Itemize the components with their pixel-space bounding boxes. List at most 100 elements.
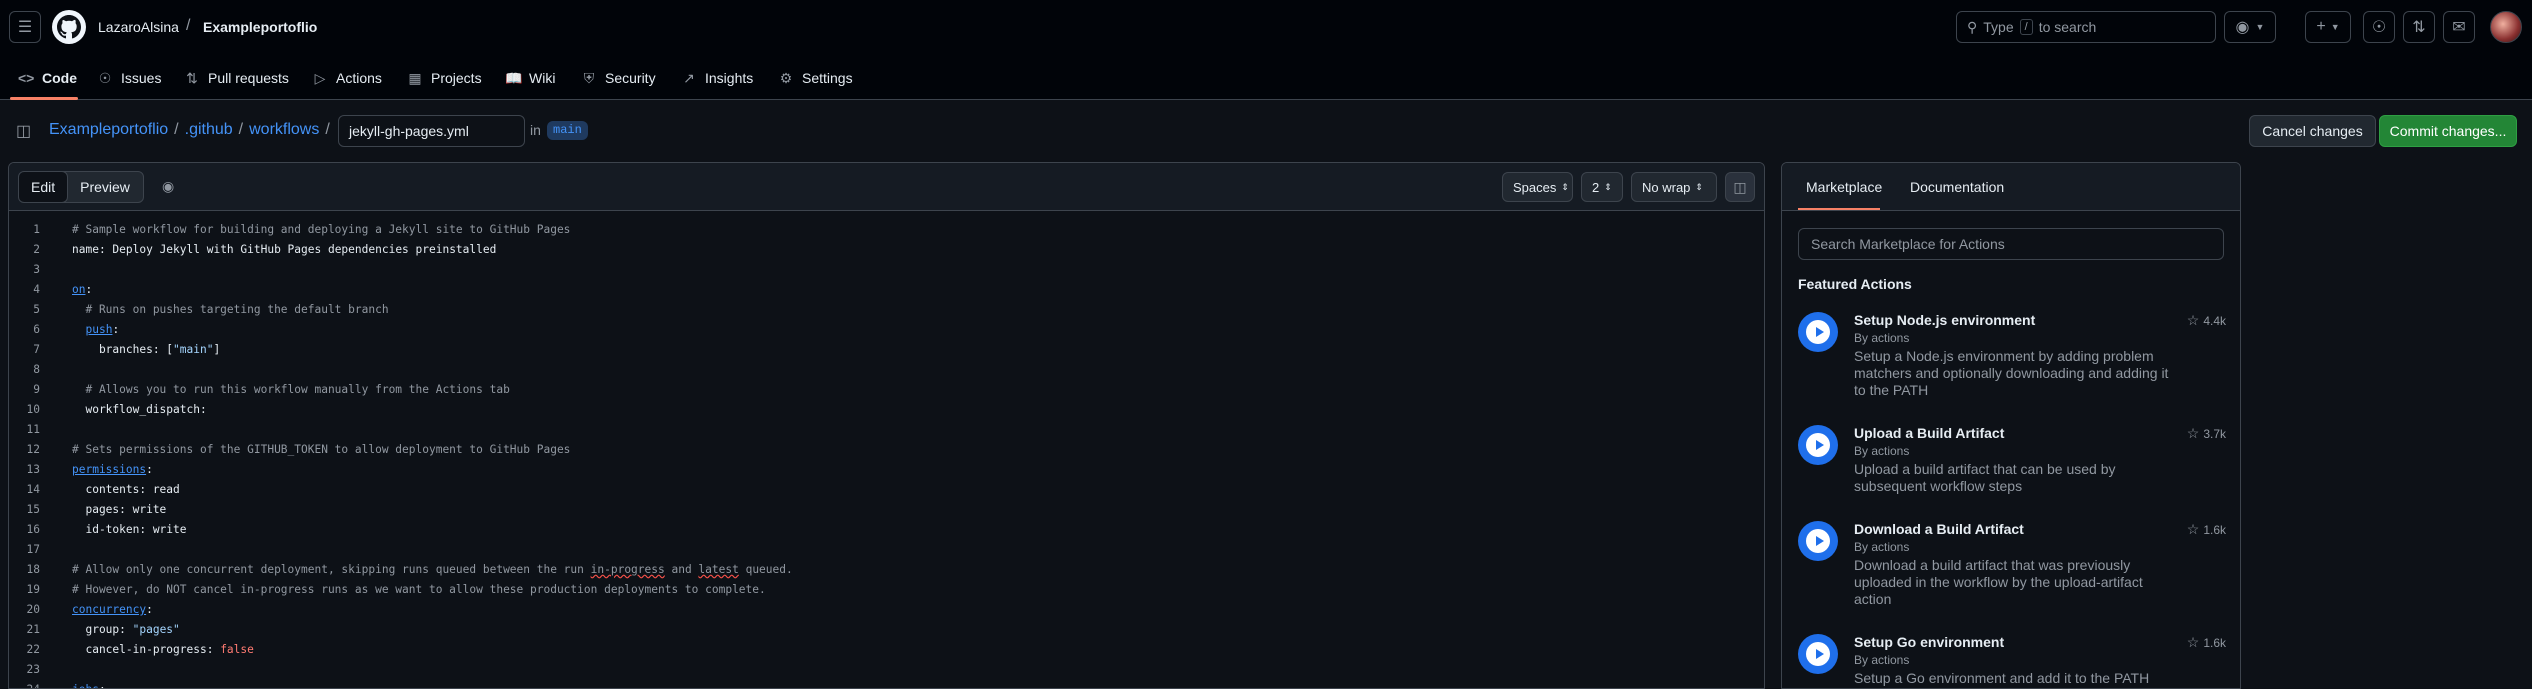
menu-button[interactable]: ☰ <box>9 11 41 43</box>
issues-button[interactable]: ☉ <box>2363 11 2395 43</box>
line-number: 7 <box>33 343 40 356</box>
code-token: branches: [ <box>72 343 174 356</box>
file-tree-toggle[interactable]: ◫ <box>16 121 36 141</box>
inbox-button[interactable]: ✉ <box>2443 11 2475 43</box>
code-line[interactable]: 19 # However, do NOT cancel in-progress r… <box>9 580 1764 600</box>
action-title[interactable]: Setup Go environment <box>1854 634 2004 650</box>
code-line[interactable]: 6 push: <box>9 320 1764 340</box>
code-token: : <box>112 323 120 336</box>
owner-link[interactable]: LazaroAlsina <box>98 19 179 35</box>
line-number: 11 <box>26 423 40 436</box>
tab-label: Code <box>42 70 77 86</box>
breadcrumb-workflows-dir-link[interactable]: workflows <box>249 121 319 139</box>
line-text: # Sets permissions of the GITHUB_TOKEN t… <box>72 440 570 460</box>
star-count: 1.6k <box>2203 522 2226 537</box>
tab-pull-requests[interactable]: ⇅ Pull requests <box>184 66 289 90</box>
tab-projects[interactable]: ▦ Projects <box>407 66 481 90</box>
breadcrumb-github-dir-link[interactable]: .github <box>185 121 233 139</box>
code-token: "main" <box>173 343 214 356</box>
code-line[interactable]: 23 <box>9 660 1764 680</box>
action-stars: ☆ 1.6k <box>2187 521 2226 538</box>
marketplace-search-input[interactable]: Search Marketplace for Actions <box>1798 228 2224 260</box>
tab-wiki[interactable]: 📖 Wiki <box>505 66 555 90</box>
code-line[interactable]: 7 branches: ["main"] <box>9 340 1764 360</box>
filename-input[interactable]: jekyll-gh-pages.yml <box>338 115 525 147</box>
code-line[interactable]: 15 pages: write <box>9 500 1764 520</box>
code-line[interactable]: 2 name: Deploy Jekyll with GitHub Pages d… <box>9 240 1764 260</box>
tab-actions[interactable]: ▷ Actions <box>312 66 382 90</box>
edit-preview-toggle: Edit Preview <box>18 171 144 203</box>
line-number: 24 <box>9 680 40 688</box>
pull-requests-button[interactable]: ⇅ <box>2403 11 2435 43</box>
code-line[interactable]: 12 # Sets permissions of the GITHUB_TOKEN… <box>9 440 1764 460</box>
create-new-button[interactable]: + ▼ <box>2305 11 2351 43</box>
tab-documentation[interactable]: Documentation <box>1910 179 2004 195</box>
search-prefix: Type <box>1983 19 2014 35</box>
action-title[interactable]: Download a Build Artifact <box>1854 521 2024 537</box>
wrap-mode-select[interactable]: No wrap ⇕ <box>1631 172 1717 202</box>
code-token: on <box>72 283 86 296</box>
code-area[interactable]: 1 # Sample workflow for building and depl… <box>9 220 1764 688</box>
action-stars: ☆ 1.6k <box>2187 634 2226 651</box>
action-title[interactable]: Setup Node.js environment <box>1854 312 2035 328</box>
tab-edit[interactable]: Edit <box>18 172 69 202</box>
code-line[interactable]: 10 workflow_dispatch: <box>9 400 1764 420</box>
code-line[interactable]: 13 permissions: <box>9 460 1764 480</box>
indent-mode-select[interactable]: Spaces ⇕ <box>1502 172 1573 202</box>
tab-issues[interactable]: ☉ Issues <box>97 66 162 90</box>
code-line[interactable]: 16 id-token: write <box>9 520 1764 540</box>
line-text: push: <box>72 320 119 340</box>
action-title[interactable]: Upload a Build Artifact <box>1854 425 2004 441</box>
code-line[interactable]: 22 cancel-in-progress: false <box>9 640 1764 660</box>
copilot-icon[interactable]: ◉ <box>162 178 174 195</box>
code-line[interactable]: 18 # Allow only one concurrent deployment… <box>9 560 1764 580</box>
line-number: 3 <box>33 263 40 276</box>
breadcrumb-repo-link[interactable]: Exampleportoflio <box>49 121 168 139</box>
star-icon: ☆ <box>2186 521 2200 537</box>
cancel-changes-button[interactable]: Cancel changes <box>2249 115 2376 147</box>
line-number: 13 <box>26 463 40 476</box>
copilot-button[interactable]: ◉ ▼ <box>2224 11 2276 43</box>
code-line[interactable]: 11 <box>9 420 1764 440</box>
code-line[interactable]: 21 group: "pages" <box>9 620 1764 640</box>
tab-label: Settings <box>802 70 853 86</box>
commit-changes-button[interactable]: Commit changes... <box>2379 115 2517 147</box>
code-line[interactable]: 3 <box>9 260 1764 280</box>
sidebar-panel-toggle[interactable]: ◫ <box>1725 172 1755 202</box>
repo-link[interactable]: Exampleportoflio <box>203 19 317 35</box>
code-token: queued. <box>738 563 793 576</box>
github-logo[interactable] <box>52 10 86 44</box>
line-text: branches: ["main"] <box>72 340 220 360</box>
line-text: cancel-in-progress: false <box>72 640 253 660</box>
code-line[interactable]: 20 concurrency: <box>9 600 1764 620</box>
code-line[interactable]: 5 # Runs on pushes targeting the default… <box>9 300 1764 320</box>
tab-preview[interactable]: Preview <box>67 172 143 202</box>
code-line[interactable]: 4 on: <box>9 280 1764 300</box>
line-number: 9 <box>33 383 40 396</box>
avatar[interactable] <box>2490 11 2522 43</box>
line-number: 18 <box>26 563 40 576</box>
global-search-input[interactable]: ⚲ Type / to search <box>1956 11 2216 43</box>
code-line[interactable]: 8 <box>9 360 1764 380</box>
code-line[interactable]: 9 # Allows you to run this workflow manu… <box>9 380 1764 400</box>
code-line[interactable]: 24 jobs: <box>9 680 1764 688</box>
code-line[interactable]: 1 # Sample workflow for building and depl… <box>9 220 1764 240</box>
tab-label: Insights <box>705 70 754 86</box>
code-line[interactable]: 14 contents: read <box>9 480 1764 500</box>
active-tab-indicator <box>1798 208 1880 210</box>
tab-security[interactable]: ⛨ Security <box>581 66 656 90</box>
indent-size-select[interactable]: 2 ⇕ <box>1581 172 1623 202</box>
book-icon: 📖 <box>505 69 523 86</box>
tab-code[interactable]: <> Code <box>18 66 77 90</box>
star-icon: ☆ <box>2186 634 2200 650</box>
tab-marketplace[interactable]: Marketplace <box>1806 179 1882 195</box>
indent-size-value: 2 <box>1592 179 1600 195</box>
line-text: contents: read <box>72 480 179 500</box>
tab-insights[interactable]: ↗ Insights <box>681 66 753 90</box>
line-text: id-token: write <box>72 520 186 540</box>
code-token: permissions <box>72 463 147 476</box>
tab-settings[interactable]: ⚙ Settings <box>778 66 853 90</box>
line-text: # Runs on pushes targeting the default b… <box>72 300 388 320</box>
code-token: # However, do NOT cancel in-progress run… <box>72 583 766 596</box>
code-line[interactable]: 17 <box>9 540 1764 560</box>
